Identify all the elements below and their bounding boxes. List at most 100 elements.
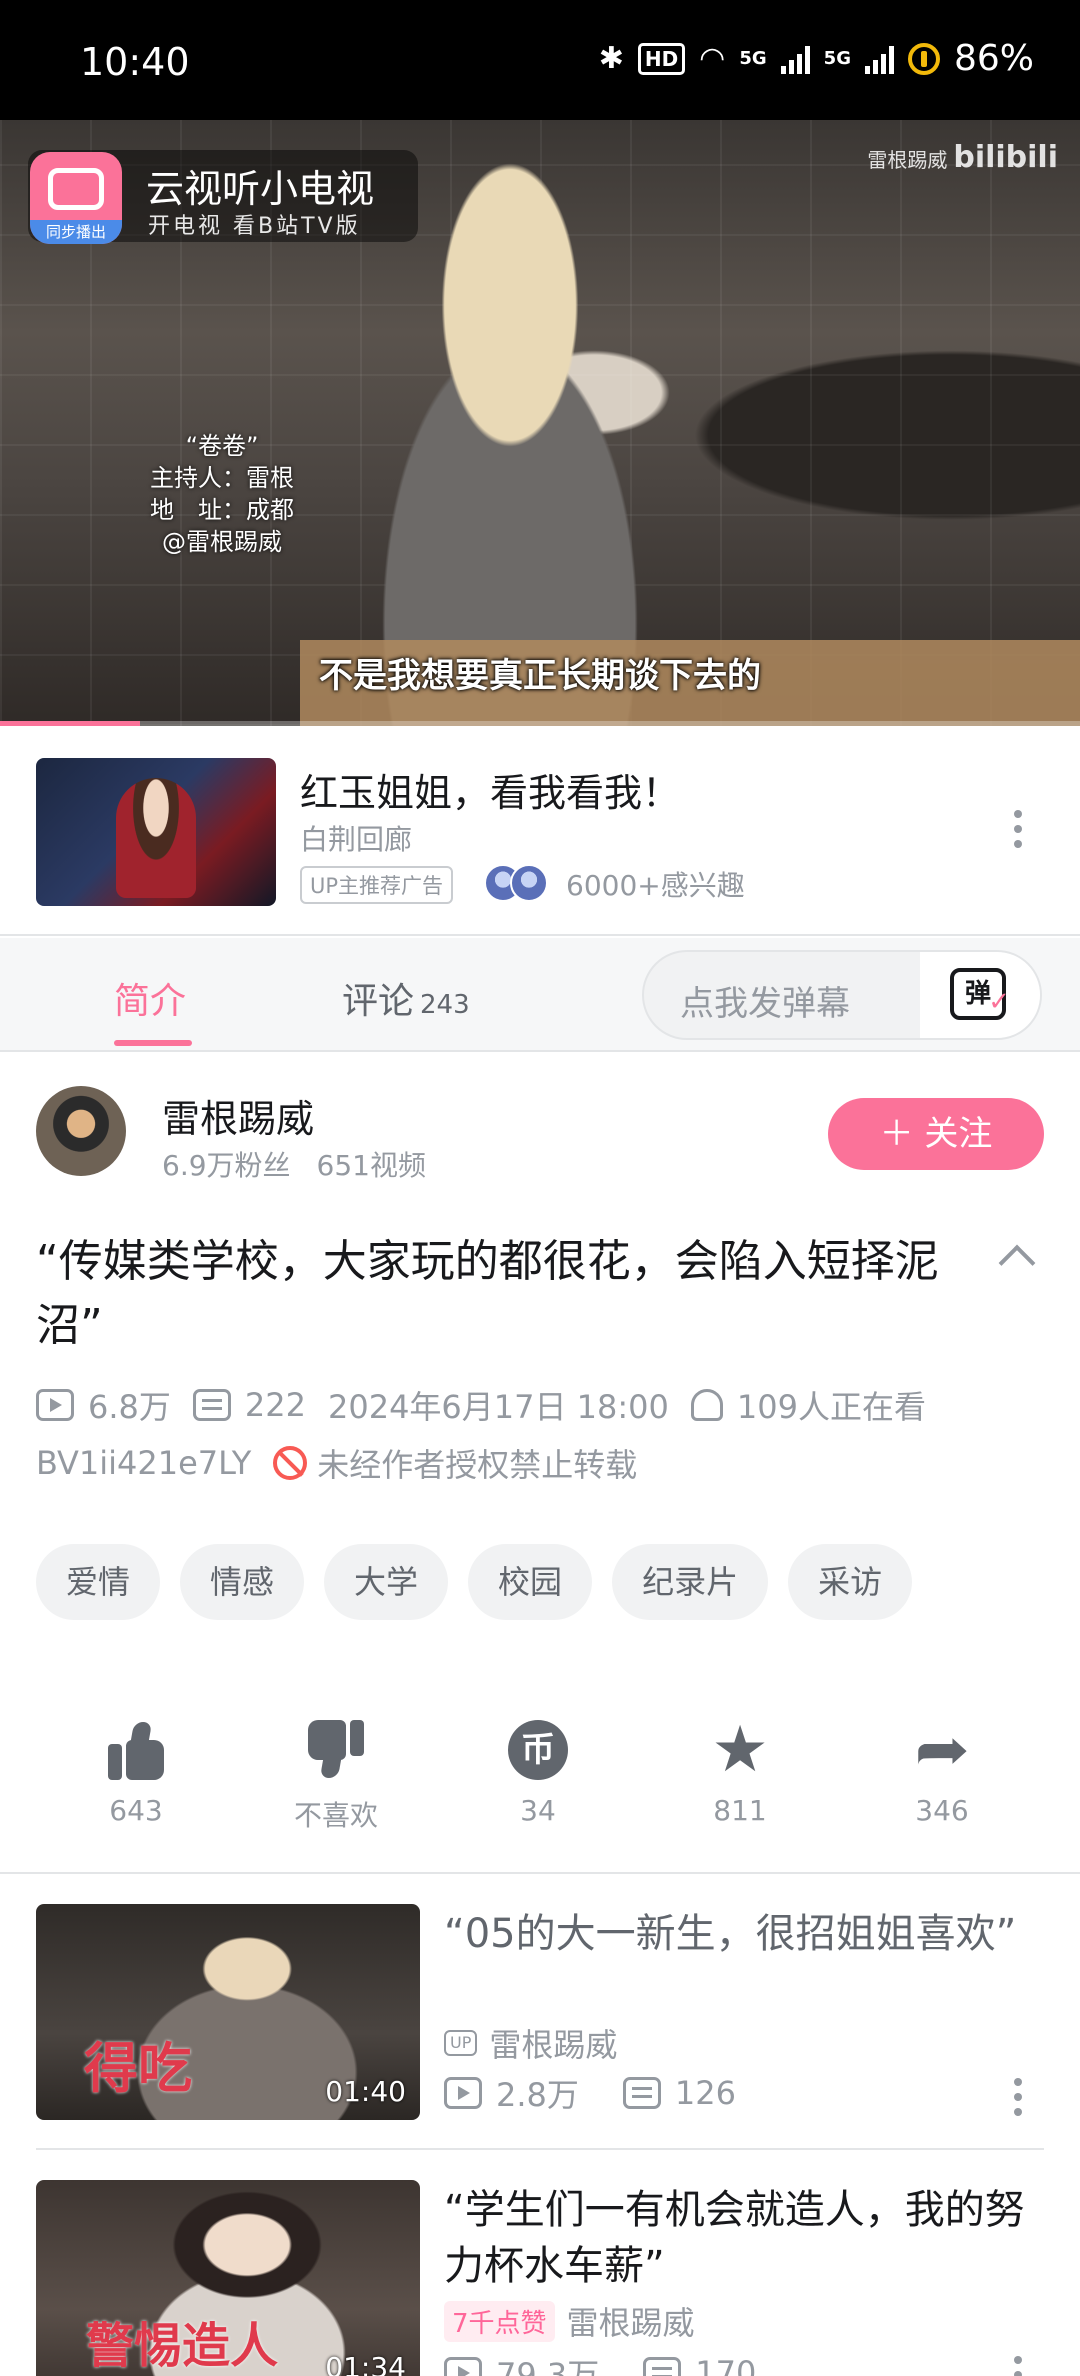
thumbnail-caption: 警惕造人	[86, 2318, 279, 2374]
tab-active-indicator	[114, 1040, 192, 1046]
divider	[36, 2148, 1044, 2150]
danmaku-count-icon	[192, 1389, 231, 1421]
recommended-views: 2.8万	[496, 2076, 579, 2114]
thumbs-up-icon	[108, 1722, 164, 1780]
tag-item[interactable]: 校园	[468, 1544, 593, 1620]
ad-interest-count: 6000+感兴趣	[566, 869, 745, 902]
recommended-thumbnail[interactable]: 警惕造人 01:34	[36, 2180, 420, 2376]
dislike-button[interactable]: 不喜欢	[256, 1718, 416, 1834]
danmaku-count-icon	[622, 2077, 661, 2109]
danmaku-count: 222	[244, 1386, 306, 1424]
bvid[interactable]: BV1ii421e7LY	[36, 1444, 251, 1482]
hd-icon: HD	[637, 42, 686, 75]
recommended-video[interactable]: 警惕造人 01:34 “学生们一有机会就造人，我的努力杯水车薪” 7千点赞 雷根…	[0, 2180, 1080, 2376]
ad-tag: UP主推荐广告	[300, 866, 454, 904]
watermark-brand: bilibili	[953, 140, 1058, 175]
view-count: 6.8万	[88, 1388, 171, 1426]
tv-app-badge[interactable]: 同步播出 云视听小电视 开电视 看B站TV版	[28, 150, 418, 244]
tv-app-name: 云视听小电视	[146, 167, 375, 211]
overlay-line: @雷根踢威	[162, 528, 282, 556]
signal-icon	[780, 44, 810, 74]
author-name[interactable]: 雷根踢威	[162, 1088, 314, 1143]
battery-icon	[907, 42, 940, 75]
watching-count: 109人正在看	[736, 1388, 926, 1426]
danmaku-icon-text: 弹	[964, 979, 991, 1009]
favorite-button[interactable]: ★ 811	[660, 1718, 820, 1827]
ad-card[interactable]: 红玉姐姐，看我看我！ 白荆回廊 UP主推荐广告 6000+感兴趣	[0, 726, 1080, 936]
check-icon: ✓	[988, 987, 1010, 1017]
dislike-label: 不喜欢	[293, 1799, 378, 1832]
overlay-line: “卷卷”	[185, 432, 259, 460]
likes-badge: 7千点赞	[444, 2300, 555, 2342]
bluetooth-icon: ✱	[598, 41, 624, 76]
coin-button[interactable]: 币 34	[458, 1718, 618, 1827]
recommended-more-icon[interactable]	[1014, 2078, 1024, 2116]
video-player[interactable]: 同步播出 云视听小电视 开电视 看B站TV版 雷根踢威 bilibili “卷卷”…	[0, 120, 1080, 726]
ad-title[interactable]: 红玉姐姐，看我看我！	[300, 762, 680, 817]
recommended-danmaku: 170	[695, 2354, 757, 2376]
status-time: 10:40	[80, 40, 190, 84]
no-repost-icon	[273, 1446, 308, 1480]
recommended-more-icon[interactable]	[1014, 2356, 1024, 2376]
recommended-video[interactable]: 得吃 01:40 “05的大一新生，很招姐姐喜欢” UP 雷根踢威 2.8万 1…	[0, 1904, 1080, 2180]
like-count: 643	[109, 1794, 163, 1827]
tag-item[interactable]: 纪录片	[612, 1544, 769, 1620]
status-bar: 10:40 ✱ HD ◠ 5G 5G 86%	[0, 0, 1080, 120]
tag-item[interactable]: 采访	[788, 1544, 913, 1620]
video-title: “传媒类学校，大家玩的都很花，会陷入短择泥沼”	[36, 1236, 939, 1351]
coin-icon: 币	[508, 1720, 568, 1780]
coin-count: 34	[520, 1794, 556, 1827]
copyright-notice: 未经作者授权禁止转载	[317, 1446, 638, 1484]
video-duration: 01:34	[325, 2351, 406, 2376]
tab-comments-label: 评论	[342, 981, 415, 1022]
thumbnail-caption: 得吃	[84, 2037, 192, 2100]
tab-comments-count: 243	[420, 990, 470, 1020]
play-count-icon	[36, 1389, 74, 1421]
tv-app-subtitle: 开电视 看B站TV版	[148, 214, 361, 239]
action-bar: 643 不喜欢 币 34 ★ 811 ➦ 346	[0, 1718, 1080, 1874]
recommended-author-name: 雷根踢威	[489, 2026, 618, 2064]
recommended-stats: 79.3万 170	[444, 2350, 756, 2376]
battery-level: 86%	[953, 38, 1034, 79]
recommended-title[interactable]: “学生们一有机会就造人，我的努力杯水车薪”	[444, 2182, 1044, 2294]
status-icons: ✱ HD ◠ 5G 5G 86%	[599, 38, 1034, 79]
tab-intro[interactable]: 简介	[114, 972, 186, 1024]
recommended-title[interactable]: “05的大一新生，很招姐姐喜欢”	[444, 1906, 1044, 1962]
signal-icon-2	[864, 44, 894, 74]
bvid-line: BV1ii421e7LY 未经作者授权禁止转载	[36, 1440, 637, 1486]
recommended-author: UP 雷根踢威	[444, 2020, 617, 2066]
watching-icon	[690, 1389, 723, 1421]
video-stats: 6.8万 222 2024年6月17日 18:00 109人正在看	[36, 1382, 926, 1428]
follow-button[interactable]: ＋ 关注	[828, 1098, 1044, 1170]
ad-interest-avatars	[484, 864, 556, 902]
video-overlay-caption: “卷卷” 主持人：雷根 地 址：成都 @雷根踢威	[150, 430, 294, 558]
tag-item[interactable]: 爱情	[36, 1544, 161, 1620]
play-count-icon	[444, 2077, 482, 2109]
danmaku-box: 点我发弹幕 弹 ✓	[642, 950, 1042, 1040]
share-button[interactable]: ➦ 346	[862, 1718, 1022, 1827]
danmaku-settings-button[interactable]: 弹 ✓	[920, 952, 1040, 1038]
video-duration: 01:40	[325, 2075, 406, 2108]
network-5g-label-2: 5G	[823, 47, 851, 69]
ad-more-icon[interactable]	[1014, 810, 1024, 848]
tv-logo-icon: 同步播出	[30, 152, 122, 244]
share-icon: ➦	[914, 1715, 970, 1785]
wifi-icon: ◠	[699, 41, 726, 76]
share-count: 346	[915, 1794, 969, 1827]
collapse-chevron-icon[interactable]	[998, 1244, 1036, 1282]
tag-item[interactable]: 情感	[180, 1544, 305, 1620]
danmaku-input[interactable]: 点我发弹幕	[680, 976, 850, 1025]
like-button[interactable]: 643	[56, 1718, 216, 1827]
recommended-author-name: 雷根踢威	[566, 2304, 695, 2342]
ad-thumbnail[interactable]	[36, 758, 276, 906]
network-5g-label: 5G	[739, 47, 767, 69]
danmaku-count-icon	[643, 2357, 682, 2376]
author-avatar[interactable]	[36, 1086, 126, 1176]
star-icon: ★	[711, 1713, 769, 1787]
overlay-line: 地 址：成都	[150, 496, 294, 524]
tag-item[interactable]: 大学	[324, 1544, 449, 1620]
tab-comments[interactable]: 评论 243	[342, 972, 470, 1024]
video-subtitle: 不是我想要真正长期谈下去的	[319, 656, 761, 696]
up-badge: UP	[444, 2030, 478, 2056]
recommended-thumbnail[interactable]: 得吃 01:40	[36, 1904, 420, 2120]
